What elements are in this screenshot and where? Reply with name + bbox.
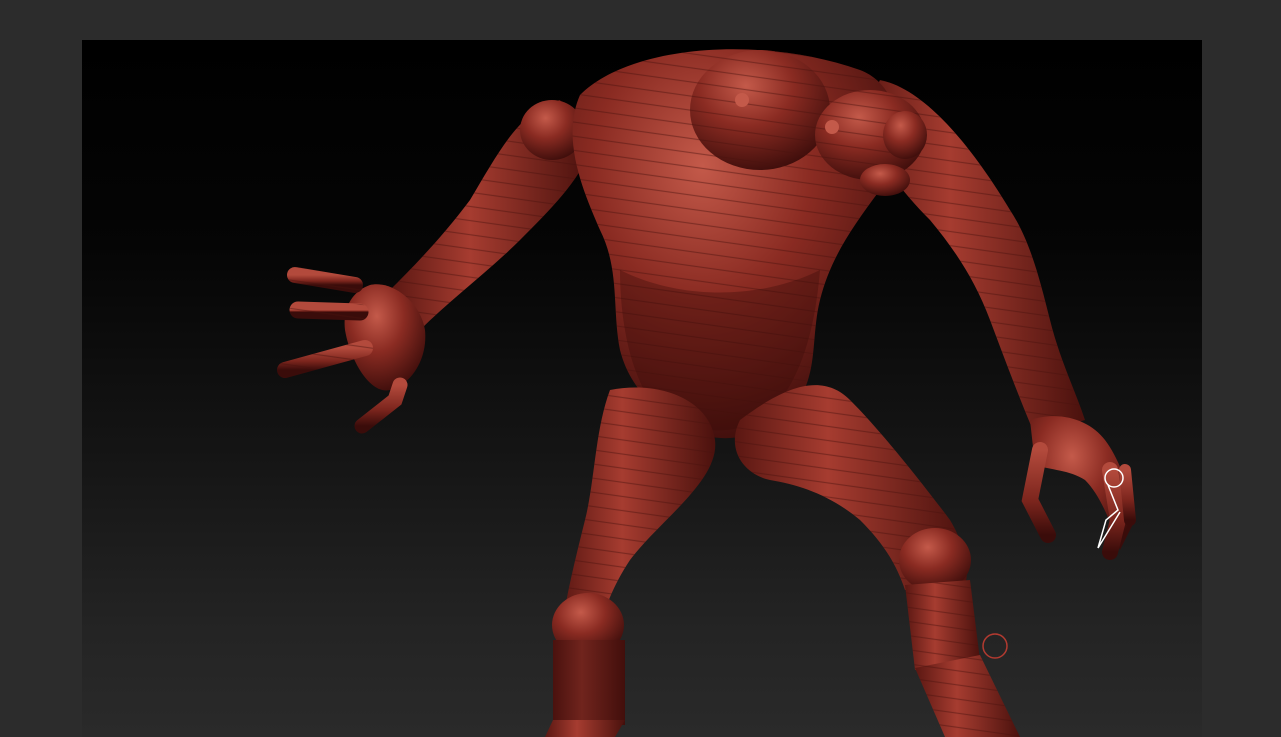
left-hand[interactable]: [277, 267, 426, 434]
left-arm[interactable]: [390, 100, 590, 330]
sculpt-canvas[interactable]: [0, 0, 1281, 737]
right-leg[interactable]: [734, 385, 1020, 737]
brush-cursor-icon: [982, 633, 1008, 659]
app-window: [0, 0, 1281, 737]
right-hand[interactable]: [1021, 416, 1136, 560]
left-leg[interactable]: [545, 387, 716, 737]
